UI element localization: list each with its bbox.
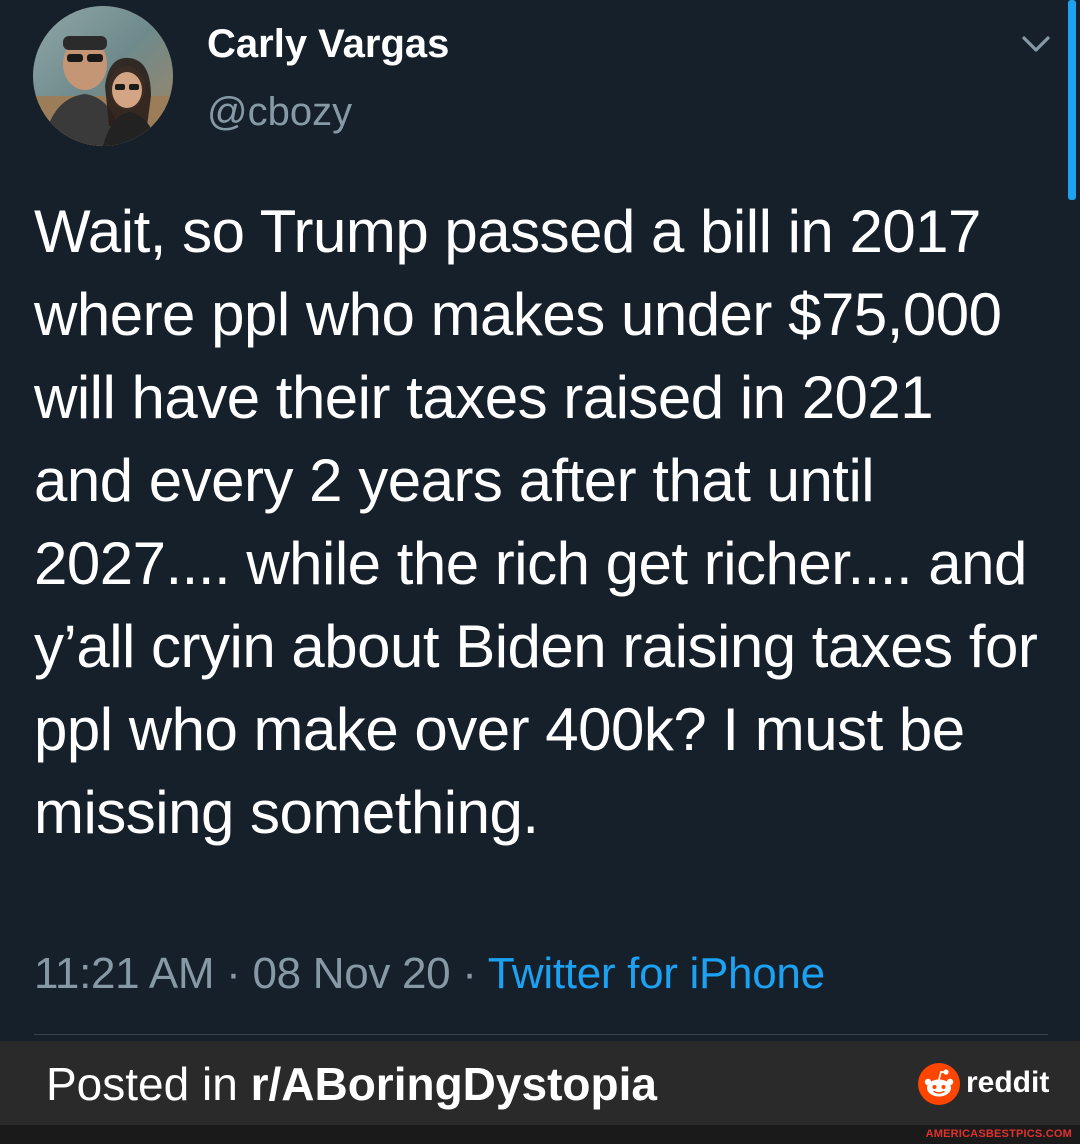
- divider: [34, 1034, 1048, 1035]
- meta-separator: ·: [450, 949, 488, 998]
- meta-separator: ·: [214, 949, 253, 998]
- subreddit-link[interactable]: r/ABoringDystopia: [251, 1058, 657, 1110]
- reddit-footer: Posted in r/ABoringDystopia reddit AMERI…: [0, 1041, 1080, 1144]
- screenshot: Carly Vargas @cbozy Wait, so Trump passe…: [0, 0, 1080, 1144]
- posted-prefix: Posted in: [46, 1058, 251, 1110]
- tweet-date[interactable]: 08 Nov 20: [252, 949, 450, 998]
- author-name[interactable]: Carly Vargas: [207, 18, 449, 70]
- watermark: AMERICASBESTPICS.COM: [925, 1128, 1072, 1140]
- posted-in-text: Posted in r/ABoringDystopia: [46, 1055, 657, 1113]
- scrollbar[interactable]: [1068, 0, 1076, 200]
- avatar[interactable]: [33, 6, 173, 146]
- tweet-text: Wait, so Trump passed a bill in 2017 whe…: [34, 198, 1038, 846]
- tweet-source-link[interactable]: Twitter for iPhone: [488, 949, 825, 998]
- tweet-time[interactable]: 11:21 AM: [34, 949, 215, 998]
- reddit-logo-icon[interactable]: [918, 1063, 960, 1105]
- tweet-card: Carly Vargas @cbozy Wait, so Trump passe…: [0, 0, 1080, 1040]
- reddit-wordmark: reddit: [966, 1066, 1050, 1099]
- avatar-photo: [33, 6, 173, 146]
- author-handle[interactable]: @cbozy: [207, 86, 352, 138]
- footer-bar: Posted in r/ABoringDystopia reddit: [0, 1041, 1080, 1125]
- tweet-meta: 11:21 AM · 08 Nov 20 · Twitter for iPhon…: [34, 946, 825, 1002]
- chevron-down-icon[interactable]: [1018, 30, 1054, 58]
